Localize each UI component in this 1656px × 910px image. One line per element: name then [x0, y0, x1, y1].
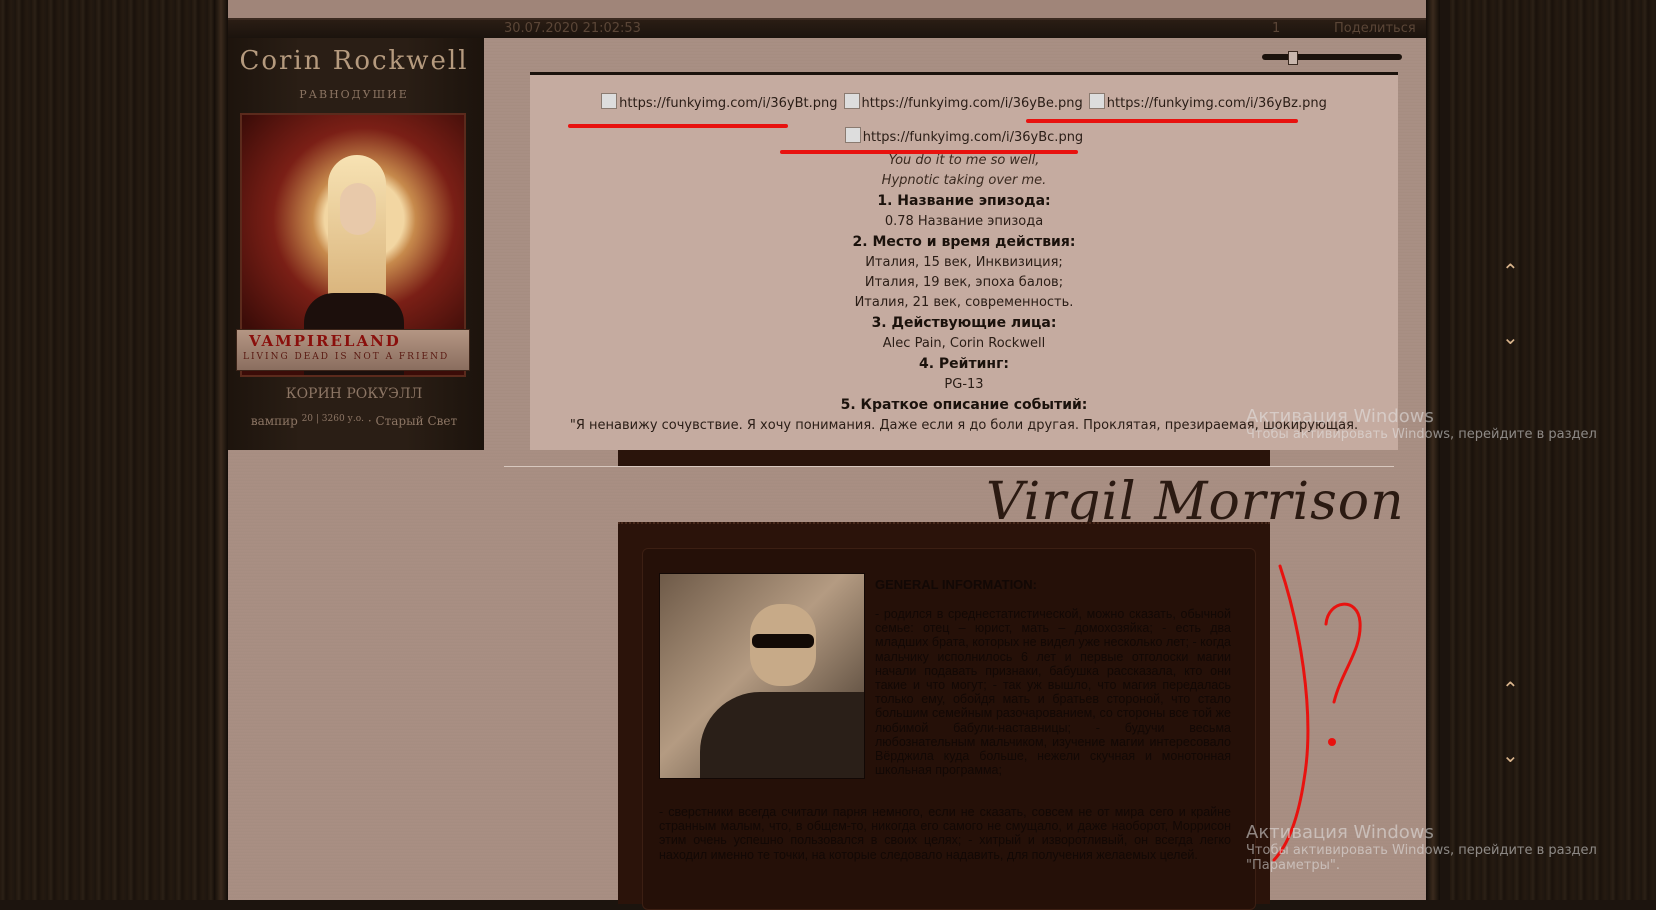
profile-info: вампир 20 | 3260 у.о. · Старый Свет: [234, 414, 474, 428]
post-number[interactable]: 1: [1272, 21, 1280, 36]
profile-age: 20 | 3260 у.о.: [301, 414, 364, 424]
general-info-title: GENERAL INFORMATION:: [875, 577, 1038, 592]
character-card: GENERAL INFORMATION: - родился в среднес…: [618, 522, 1270, 910]
scroll-up-icon[interactable]: ⌃: [1502, 261, 1519, 281]
avatar: VAMPIRELAND LIVING DEAD IS NOT A FRIEND: [236, 113, 470, 377]
profile-name[interactable]: Corin Rockwell: [234, 46, 474, 76]
section-heading: 2. Место и время действия:: [852, 234, 1076, 250]
section-value: Италия, 19 век, эпоха балов;: [864, 275, 1064, 290]
avatar-face: [340, 183, 376, 235]
section-heading: 4. Рейтинг:: [918, 356, 1009, 372]
section-value: Италия, 21 век, современность.: [854, 295, 1074, 310]
lyric-line: You do it to me so well,: [888, 153, 1040, 168]
section-value: 0.78 Название эпизода: [884, 214, 1044, 229]
watermark-line: "Параметры".: [1246, 858, 1340, 873]
top-strip: [222, 0, 1428, 20]
section-heading: 3. Действующие лица:: [871, 315, 1057, 331]
profile-race: вампир: [250, 414, 298, 428]
red-question-dot: [1328, 738, 1336, 746]
watermark-line: Чтобы активировать Windows, перейдите в …: [1246, 843, 1597, 858]
red-question-mark: [1324, 602, 1362, 704]
wood-background-left: [0, 0, 218, 900]
watermark-line: Чтобы активировать Windows, перейдите в …: [1246, 427, 1597, 442]
broken-image: https://funkyimg.com/i/36yBt.png: [601, 93, 837, 111]
scroll-down-icon[interactable]: ⌄: [1502, 745, 1519, 765]
lyric-line: Hypnotic taking over me.: [881, 173, 1047, 188]
general-info-text-2: - сверстники всегда считали парня немног…: [659, 805, 1231, 862]
banner-subtitle: LIVING DEAD IS NOT A FRIEND: [243, 352, 450, 362]
profile-russian-name: КОРИН РОКУЭЛЛ: [285, 386, 423, 402]
divider: [504, 466, 1394, 467]
scroll-up-icon[interactable]: ⌃: [1502, 679, 1519, 699]
wood-background-right: [1450, 0, 1656, 900]
episode-text: You do it to me so well, Hypnotic taking…: [530, 151, 1398, 436]
photo-body: [700, 692, 864, 778]
red-underline: [568, 124, 788, 128]
dark-strip: [618, 450, 1270, 466]
size-slider-track[interactable]: [1262, 54, 1402, 60]
section-heading: 1. Название эпизода:: [877, 193, 1051, 209]
size-slider-thumb[interactable]: [1288, 51, 1298, 65]
image-row-2: https://funkyimg.com/i/36yBc.png: [530, 127, 1398, 145]
share-link[interactable]: Поделиться: [1334, 21, 1416, 36]
profile-status: РАВНОДУШИЕ: [299, 88, 409, 101]
section-value: Италия, 15 век, Инквизиция;: [865, 255, 1063, 270]
post-date: 30.07.2020 21:02:53: [504, 21, 641, 36]
red-underline: [1026, 119, 1298, 123]
scroll-down-icon[interactable]: ⌄: [1502, 327, 1519, 347]
general-info-text: - родился в среднестатистической, можно …: [875, 607, 1231, 778]
watermark-title: Активация Windows: [1246, 822, 1434, 843]
section-value: PG-13: [944, 377, 984, 392]
watermark-title: Активация Windows: [1246, 406, 1434, 427]
broken-image: https://funkyimg.com/i/36yBe.png: [844, 93, 1083, 111]
red-bracket: [1272, 564, 1310, 862]
user-profile: Corin Rockwell РАВНОДУШИЕ VAMPIRELAND LI…: [222, 38, 484, 450]
photo-glasses: [752, 634, 814, 648]
activation-watermark-bottom: Активация Windows Чтобы активировать Win…: [1246, 822, 1597, 873]
broken-image: https://funkyimg.com/i/36yBc.png: [845, 130, 1083, 145]
avatar-banner: VAMPIRELAND LIVING DEAD IS NOT A FRIEND: [236, 329, 470, 371]
frame-right: [1426, 0, 1440, 900]
character-photo: [659, 573, 865, 779]
profile-location[interactable]: · Старый Свет: [368, 414, 457, 428]
post-content: https://funkyimg.com/i/36yBt.png https://…: [530, 72, 1398, 450]
section-value: Alec Pain, Corin Rockwell: [882, 336, 1046, 351]
red-underline: [780, 150, 1078, 154]
forum-post: 30.07.2020 21:02:53 1 Поделиться Corin R…: [222, 0, 1428, 450]
frame-left: [214, 0, 228, 900]
activation-watermark-top: Активация Windows Чтобы активировать Win…: [1246, 406, 1597, 442]
section-heading: 5. Краткое описание событий:: [840, 397, 1088, 413]
banner-title: VAMPIRELAND: [249, 332, 401, 350]
post-header: [222, 20, 1428, 38]
image-row: https://funkyimg.com/i/36yBt.png https://…: [530, 93, 1398, 111]
broken-image: https://funkyimg.com/i/36yBz.png: [1089, 93, 1327, 111]
card-inner: GENERAL INFORMATION: - родился в среднес…: [642, 548, 1256, 910]
